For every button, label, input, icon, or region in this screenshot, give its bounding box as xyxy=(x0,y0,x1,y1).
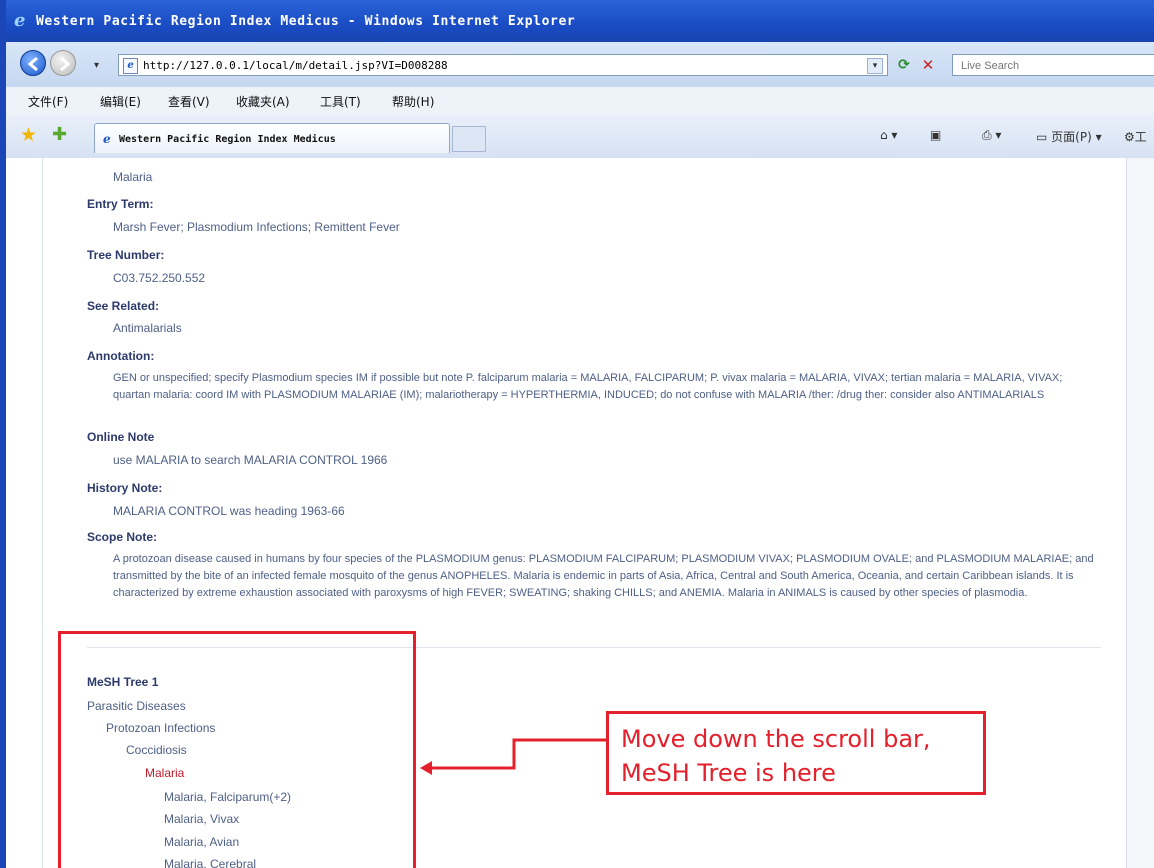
heading-value: Malaria xyxy=(113,170,153,184)
url-text[interactable]: http://127.0.0.1/local/m/detail.jsp?VI=D… xyxy=(143,59,448,72)
annotation-label: Annotation: xyxy=(87,349,155,363)
back-arrow-icon xyxy=(27,56,38,72)
refresh-icon[interactable]: ⟳ xyxy=(894,55,914,75)
favorites-star-icon[interactable]: ★ xyxy=(20,124,37,146)
tab-active[interactable]: e Western Pacific Region Index Medicus xyxy=(94,123,450,153)
vertical-scrollbar[interactable] xyxy=(1126,158,1154,868)
callout-arrow xyxy=(420,738,606,775)
callout-text: Move down the scroll bar, MeSH Tree is h… xyxy=(621,722,931,790)
feeds-icon[interactable]: ▣ xyxy=(930,128,941,142)
print-icon[interactable]: ⎙ ▾ xyxy=(982,128,1001,143)
history-note-value: MALARIA CONTROL was heading 1963-66 xyxy=(113,504,345,518)
mesh-tree-highlight-box xyxy=(58,631,416,868)
see-related-value[interactable]: Antimalarials xyxy=(113,321,182,335)
stop-icon[interactable]: ✕ xyxy=(918,55,938,75)
page-content: Malaria Entry Term: Marsh Fever; Plasmod… xyxy=(6,158,1126,868)
menu-help[interactable]: 帮助(H) xyxy=(392,93,434,110)
scope-note-label: Scope Note: xyxy=(87,530,158,544)
title-bar: e Western Pacific Region Index Medicus -… xyxy=(6,0,1154,42)
tree-number-label: Tree Number: xyxy=(87,248,165,262)
entry-term-value: Marsh Fever; Plasmodium Infections; Remi… xyxy=(113,220,400,234)
callout-line-2: MeSH Tree is here xyxy=(621,759,836,787)
menu-tools[interactable]: 工具(T) xyxy=(320,93,361,110)
scope-note-value: A protozoan disease caused in humans by … xyxy=(113,553,1094,599)
search-box[interactable] xyxy=(952,54,1154,76)
address-toolbar: ▾ e http://127.0.0.1/local/m/detail.jsp?… xyxy=(6,42,1154,88)
address-field[interactable]: e http://127.0.0.1/local/m/detail.jsp?VI… xyxy=(118,54,888,76)
history-dropdown-icon[interactable]: ▾ xyxy=(94,60,99,71)
page-menu-label: 页面(P) xyxy=(1051,130,1092,144)
annotation-value: GEN or unspecified; specify Plasmodium s… xyxy=(113,372,1063,401)
back-button[interactable] xyxy=(20,50,46,76)
forward-button[interactable] xyxy=(50,50,76,76)
page-menu-button[interactable]: ▭ 页面(P) ▾ xyxy=(1036,128,1102,145)
new-tab-button[interactable] xyxy=(452,126,486,152)
see-related-label: See Related: xyxy=(87,299,160,313)
page-icon: e xyxy=(123,58,138,74)
forward-arrow-icon xyxy=(60,56,71,72)
entry-term-label: Entry Term: xyxy=(87,197,154,211)
callout-line-1: Move down the scroll bar, xyxy=(621,725,931,753)
tab-title: Western Pacific Region Index Medicus xyxy=(119,134,336,145)
online-note-label: Online Note xyxy=(87,430,155,444)
online-note-value: use MALARIA to search MALARIA CONTROL 19… xyxy=(113,453,388,467)
callout-box: Move down the scroll bar, MeSH Tree is h… xyxy=(606,711,986,795)
tree-number-value: C03.752.250.552 xyxy=(113,271,206,285)
menu-file[interactable]: 文件(F) xyxy=(28,93,68,110)
menu-view[interactable]: 查看(V) xyxy=(168,93,210,110)
tools-menu-label: 工 xyxy=(1134,130,1147,144)
menu-edit[interactable]: 编辑(E) xyxy=(100,93,141,110)
history-note-label: History Note: xyxy=(87,481,163,495)
menu-favorites[interactable]: 收藏夹(A) xyxy=(236,93,290,110)
tab-ie-icon: e xyxy=(103,132,111,146)
tab-bar: ★ ✚ e Western Pacific Region Index Medic… xyxy=(6,114,1154,159)
window-title: Western Pacific Region Index Medicus - W… xyxy=(36,14,576,29)
add-favorite-icon[interactable]: ✚ xyxy=(52,124,67,145)
search-input[interactable] xyxy=(959,59,1154,73)
ie-window: e Western Pacific Region Index Medicus -… xyxy=(0,0,1154,868)
ie-logo-icon: e xyxy=(14,10,26,31)
menu-bar: 文件(F) 编辑(E) 查看(V) 收藏夹(A) 工具(T) 帮助(H) xyxy=(6,87,1154,115)
home-icon[interactable]: ⌂ ▾ xyxy=(880,128,897,142)
url-dropdown-icon[interactable]: ▾ xyxy=(867,58,883,74)
tools-menu-button[interactable]: ⚙工 xyxy=(1124,128,1147,145)
